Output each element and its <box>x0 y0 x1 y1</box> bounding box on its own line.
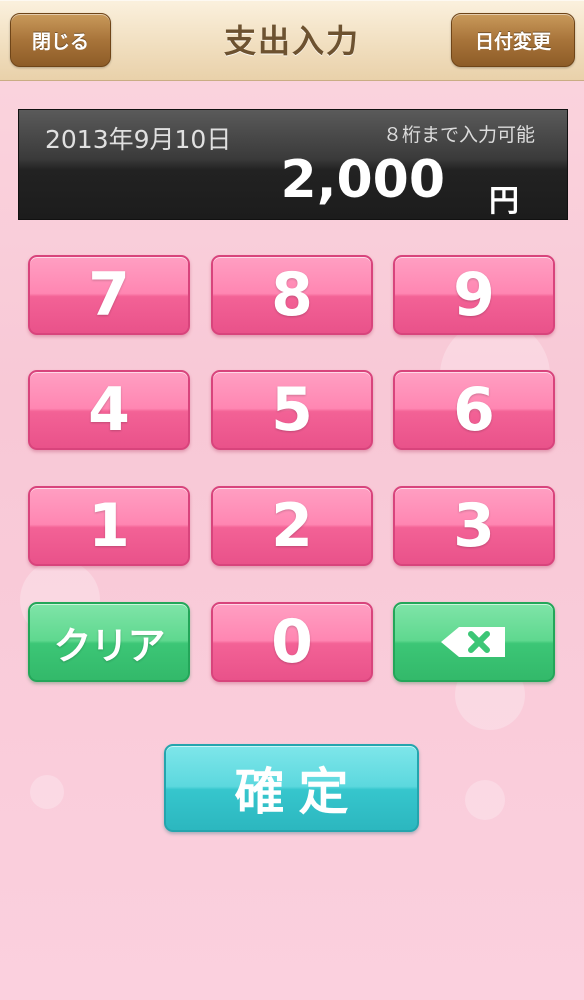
key-9[interactable]: 9 <box>393 255 555 335</box>
clear-button[interactable]: クリア <box>28 602 190 682</box>
currency-unit: 円 <box>489 184 519 219</box>
backspace-button[interactable] <box>393 602 555 682</box>
confirm-button[interactable]: 確定 <box>164 744 419 832</box>
key-4[interactable]: 4 <box>28 370 190 450</box>
key-5[interactable]: 5 <box>211 370 373 450</box>
amount-display: 2013年9月10日 ８桁まで入力可能 2,000 円 <box>18 109 568 220</box>
navigation-bar: 閉じる 支出入力 日付変更 <box>0 0 584 81</box>
background-bubble <box>465 780 505 820</box>
key-3[interactable]: 3 <box>393 486 555 566</box>
key-0[interactable]: 0 <box>211 602 373 682</box>
selected-date: 2013年9月10日 <box>45 125 232 154</box>
key-2[interactable]: 2 <box>211 486 373 566</box>
key-8[interactable]: 8 <box>211 255 373 335</box>
backspace-icon <box>441 627 505 657</box>
digit-limit-note: ８桁まで入力可能 <box>382 124 535 146</box>
amount-value: 2,000 <box>280 150 445 210</box>
key-1[interactable]: 1 <box>28 486 190 566</box>
key-7[interactable]: 7 <box>28 255 190 335</box>
key-6[interactable]: 6 <box>393 370 555 450</box>
background-bubble <box>30 775 64 809</box>
change-date-button[interactable]: 日付変更 <box>451 13 575 67</box>
